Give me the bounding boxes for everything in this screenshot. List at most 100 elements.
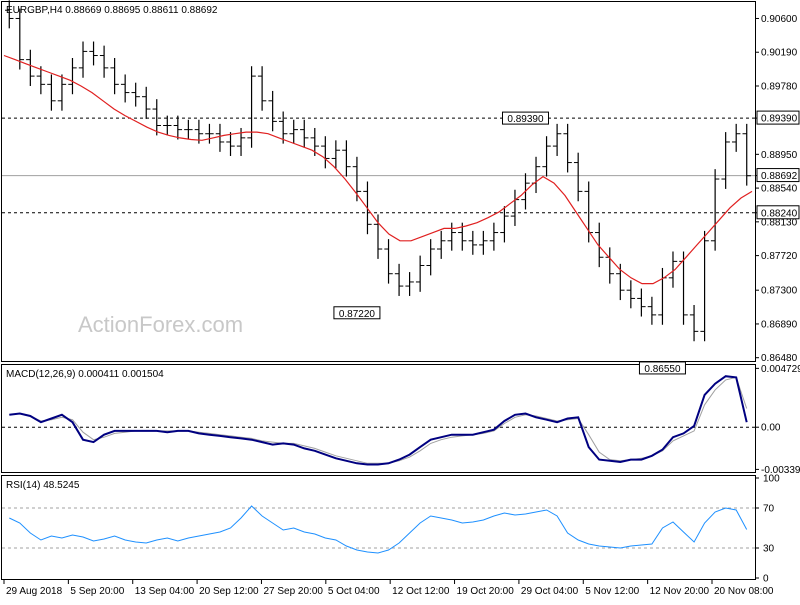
- x-axis-tick-label: 5 Sep 20:00: [70, 586, 124, 597]
- x-axis-tick-label: 20 Nov 08:00: [714, 586, 774, 597]
- x-axis-tick-label: 5 Nov 12:00: [585, 586, 639, 597]
- rsi-axis-tick-label: 30: [763, 544, 775, 555]
- macd-signal-line: [9, 376, 748, 464]
- price-axis-tick: 0.87720: [755, 251, 798, 262]
- price-axis-tick: 0.90190: [755, 48, 798, 59]
- price-axis-tick-label: 0.88130: [761, 217, 798, 228]
- price-annotation-label: 0.87220: [339, 309, 376, 320]
- eurgbp-chart: ActionForex.com EURGBP,H4 0.88669 0.8869…: [0, 0, 800, 600]
- price-bar: [584, 181, 593, 243]
- price-bar: [26, 49, 35, 86]
- x-axis-tick-label: 27 Sep 20:00: [263, 586, 323, 597]
- x-axis-tick: 13 Sep 04:00: [132, 580, 195, 597]
- price-bar: [99, 45, 109, 78]
- rsi-line: [9, 505, 748, 554]
- x-axis-tick-label: 12 Oct 12:00: [392, 586, 450, 597]
- price-bar: [605, 247, 614, 284]
- macd-line: [9, 375, 748, 466]
- price-bar: [215, 123, 225, 152]
- x-axis-tick: 12 Oct 12:00: [389, 580, 450, 597]
- price-bar: [331, 140, 341, 169]
- rsi-layer: [2, 505, 755, 554]
- price-bar: [436, 230, 446, 259]
- price-axis-tick: 0.88540: [755, 184, 798, 195]
- macd-axis-tick: 0.004729: [755, 364, 800, 375]
- price-annotation: 0.86550: [638, 361, 686, 375]
- price-bar: [289, 119, 298, 144]
- price-axis-tick-label: 0.87300: [761, 286, 798, 297]
- price-bar: [57, 74, 67, 111]
- price-axis-tick: 0.88950: [755, 150, 798, 161]
- price-bar: [510, 189, 520, 226]
- rsi-axis-tick: 0: [755, 574, 769, 585]
- price-bar: [710, 169, 720, 251]
- price-bar: [415, 255, 425, 292]
- price-axis-tick: 0.88130: [755, 217, 798, 228]
- price-bar: [595, 222, 604, 268]
- price-bar: [731, 123, 741, 152]
- price-axis-tick: 0.90600: [755, 14, 798, 25]
- x-axis-tick: 27 Sep 20:00: [260, 580, 323, 597]
- price-bar: [552, 123, 562, 156]
- price-bar: [637, 288, 646, 317]
- price-bar: [131, 82, 140, 107]
- price-bar: [542, 136, 551, 177]
- price-bar: [78, 41, 88, 78]
- x-axis-tick: 20 Sep 12:00: [196, 580, 259, 597]
- rsi-axis-tick-label: 70: [763, 504, 775, 515]
- chart-canvas: ActionForex.com EURGBP,H4 0.88669 0.8869…: [1, 0, 800, 597]
- x-axis-tick-label: 12 Nov 20:00: [650, 586, 710, 597]
- price-bar: [531, 156, 541, 194]
- price-bar: [479, 230, 488, 255]
- x-axis-tick-label: 19 Oct 20:00: [457, 586, 515, 597]
- price-bar: [468, 230, 478, 255]
- price-bar: [573, 152, 583, 202]
- axis-layer: 0.90600 0.90190 0.89780 0.89390 0.88950 0.886…: [3, 14, 800, 597]
- x-axis-tick-label: 13 Sep 04:00: [135, 586, 195, 597]
- price-bar: [110, 57, 119, 95]
- price-bar: [173, 115, 183, 140]
- macd-axis-tick-label: 0.004729: [761, 364, 800, 375]
- price-axis-tick-label: 0.88540: [761, 184, 798, 195]
- x-axis-tick: 19 Oct 20:00: [454, 580, 515, 597]
- x-axis-tick: 12 Nov 20:00: [647, 580, 710, 597]
- price-axis-tick: 0.87300: [755, 286, 798, 297]
- price-bar: [668, 251, 678, 288]
- rsi-axis-tick-label: 100: [763, 474, 780, 485]
- price-bar: [721, 132, 730, 189]
- price-bar: [257, 66, 267, 111]
- rsi-panel-title: RSI(14) 48.5245: [6, 480, 80, 491]
- x-axis-tick-label: 5 Oct 04:00: [328, 586, 380, 597]
- price-annotation-label: 0.89390: [507, 114, 544, 125]
- rsi-panel-frame: [1, 475, 756, 580]
- price-bar: [68, 57, 77, 95]
- price-bar: [142, 86, 151, 119]
- macd-axis-tick: 0.00: [755, 423, 781, 434]
- x-axis-tick: 29 Oct 04:00: [518, 580, 579, 597]
- price-bar: [89, 41, 98, 66]
- price-annotation-label: 0.86550: [644, 364, 681, 375]
- x-axis-tick: 5 Oct 04:00: [325, 580, 380, 597]
- rsi-axis-tick: 70: [755, 504, 775, 515]
- macd-panel-title: MACD(12,26,9) 0.000411 0.001504: [6, 369, 164, 380]
- price-axis-tick-label: 0.88950: [761, 150, 798, 161]
- price-axis-tick: 0.86890: [755, 319, 798, 330]
- price-bar: [384, 239, 393, 284]
- price-bar: [405, 272, 414, 296]
- rsi-axis-tick: 30: [755, 544, 775, 555]
- price-bar: [205, 123, 214, 144]
- macd-axis-tick-label: 0.00: [761, 423, 781, 434]
- x-axis-tick: 5 Nov 12:00: [582, 580, 640, 597]
- price-axis-tick: 0.89780: [755, 81, 798, 92]
- price-bar: [321, 136, 330, 169]
- price-axis-tick-label: 0.87720: [761, 251, 798, 262]
- x-axis-tick: 5 Sep 20:00: [67, 580, 125, 597]
- price-bar: [700, 230, 709, 342]
- price-bar: [626, 280, 636, 309]
- price-axis-tick-label: 0.86890: [761, 319, 798, 330]
- price-bar: [342, 140, 351, 177]
- price-axis-tick-label: 0.89780: [761, 81, 798, 92]
- macd-panel-frame: [1, 364, 756, 473]
- price-bar: [47, 74, 56, 111]
- price-bar: [647, 296, 657, 325]
